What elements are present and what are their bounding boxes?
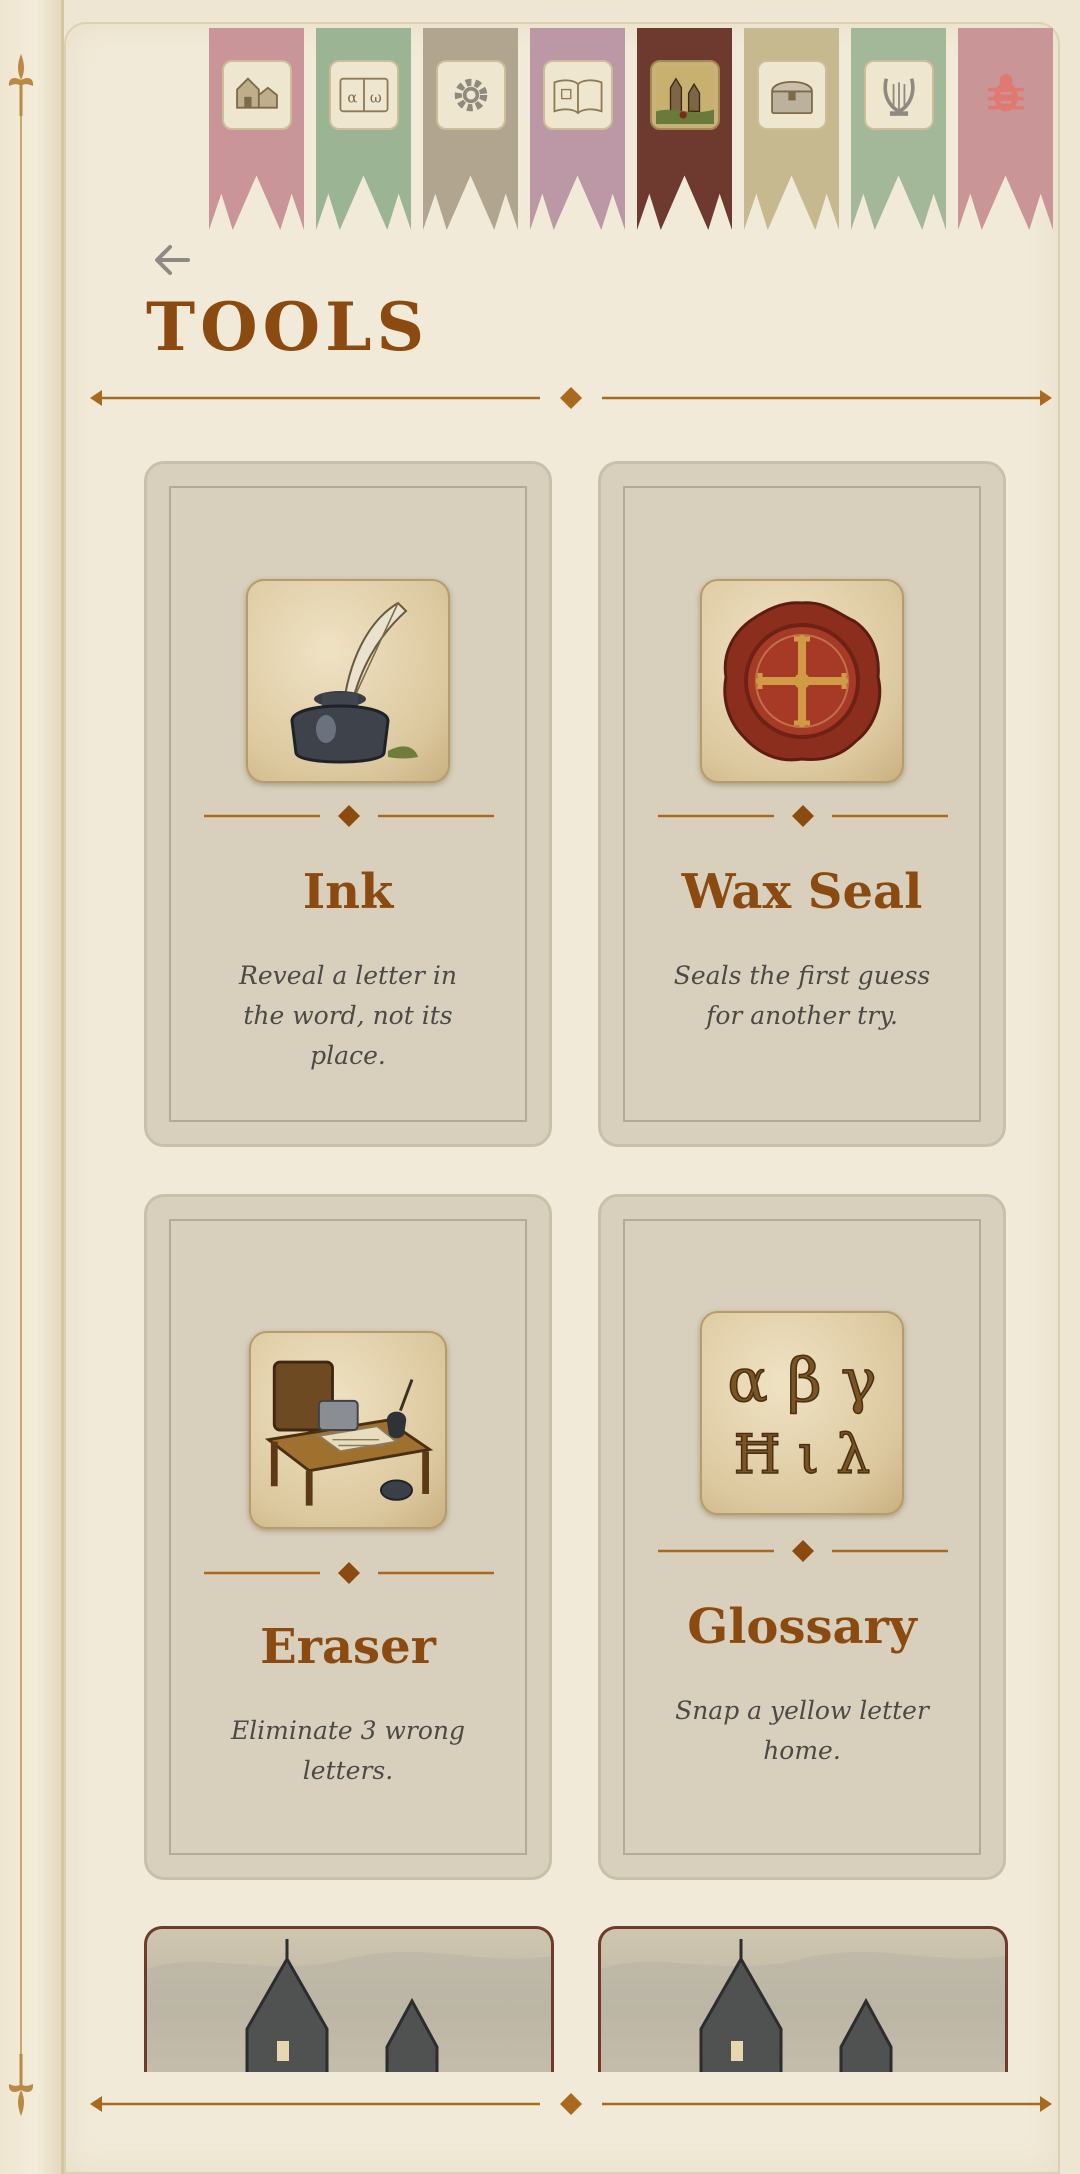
banner-tab-treasure-chest[interactable] [744,28,839,230]
ornamental-divider [90,387,1052,409]
open-book-icon [543,60,613,130]
village-icon [222,60,292,130]
lyre-icon [864,60,934,130]
tool-card-glossary[interactable]: α β γ Ħ ι λ Glossary Snap a yellow lette… [598,1194,1006,1880]
preview-card-castle[interactable] [144,1926,554,2072]
wax-seal-icon [700,579,904,783]
treasure-chest-icon [757,60,827,130]
card-divider [204,805,494,827]
card-divider [658,805,948,827]
castle-towers-icon [147,1939,551,2072]
writing-desk-icon [249,1331,447,1529]
tool-title: Ink [302,864,394,920]
card-divider [204,1562,494,1584]
tool-title: Wax Seal [681,864,923,920]
glyph-row-1: α β γ [727,1346,876,1416]
settings-icon [436,60,506,130]
castle-towers-icon [601,1939,1005,2072]
banner-tab-village[interactable] [209,28,304,230]
tool-title: Glossary [687,1599,917,1655]
tool-description: Eliminate 3 wrong letters. [230,1716,466,1785]
castle-scene-icon [650,60,720,130]
banner-tab-lyre[interactable] [851,28,946,230]
svg-text:α: α [347,90,357,106]
page-title: TOOLS [146,288,430,366]
preview-card-castle[interactable] [598,1926,1008,2072]
card-divider [658,1540,948,1562]
banner-tab-settings[interactable] [423,28,518,230]
glyph-row-2: Ħ ι λ [734,1423,871,1486]
ornamental-divider [90,2093,1052,2115]
fleur-ornament-icon [8,2054,34,2116]
tool-card-ink[interactable]: Ink Reveal a letter in the word, not its… [144,461,552,1147]
spine-rule [20,90,22,2070]
tool-description: Snap a yellow letter home. [675,1696,929,1765]
book-spine [0,0,64,2174]
bug-icon [971,60,1041,130]
back-arrow-icon[interactable] [148,236,196,284]
fleur-ornament-icon [8,54,34,116]
tool-card-wax-seal[interactable]: Wax Seal Seals the first guess for anoth… [598,461,1006,1147]
tool-description: Reveal a letter in the word, not its pla… [239,961,457,1070]
tool-description: Seals the first guess for another try. [673,961,931,1030]
banner-tab-castle-scene[interactable] [637,28,732,230]
greek-letters-icon: α β γ Ħ ι λ [700,1311,904,1515]
svg-text:ω: ω [370,90,382,106]
inkwell-quill-icon [246,579,450,783]
banner-tab-bug[interactable] [958,28,1053,230]
banner-nav: αω [209,28,1053,230]
tool-card-eraser[interactable]: Eraser Eliminate 3 wrong letters. [144,1194,552,1880]
banner-tab-open-book[interactable] [530,28,625,230]
tool-title: Eraser [260,1619,436,1675]
banner-tab-alphabet-book[interactable]: αω [316,28,411,230]
alphabet-book-icon: αω [329,60,399,130]
